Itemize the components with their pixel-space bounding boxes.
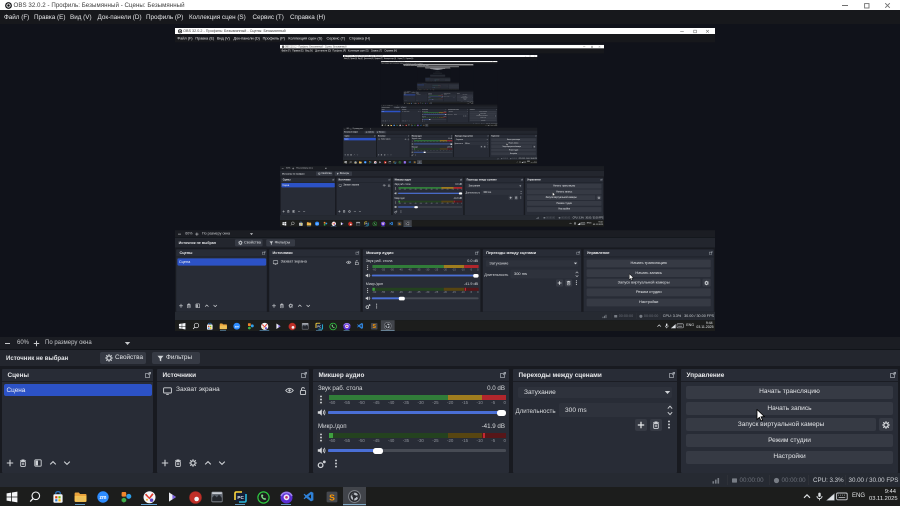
svg-text:S: S <box>329 492 335 502</box>
svg-text:zm: zm <box>411 102 412 103</box>
svg-text:zm: zm <box>100 495 108 501</box>
svg-text:zm: zm <box>394 124 395 126</box>
svg-text:PC: PC <box>422 102 423 103</box>
svg-text:S: S <box>398 221 400 225</box>
svg-text:zm: zm <box>235 324 240 328</box>
svg-text:PC: PC <box>237 495 244 500</box>
svg-text:PC: PC <box>411 124 412 126</box>
svg-text:zm: zm <box>316 223 319 225</box>
svg-text:S: S <box>372 324 376 330</box>
svg-text:PC: PC <box>317 324 321 328</box>
svg-text:S: S <box>423 124 424 125</box>
